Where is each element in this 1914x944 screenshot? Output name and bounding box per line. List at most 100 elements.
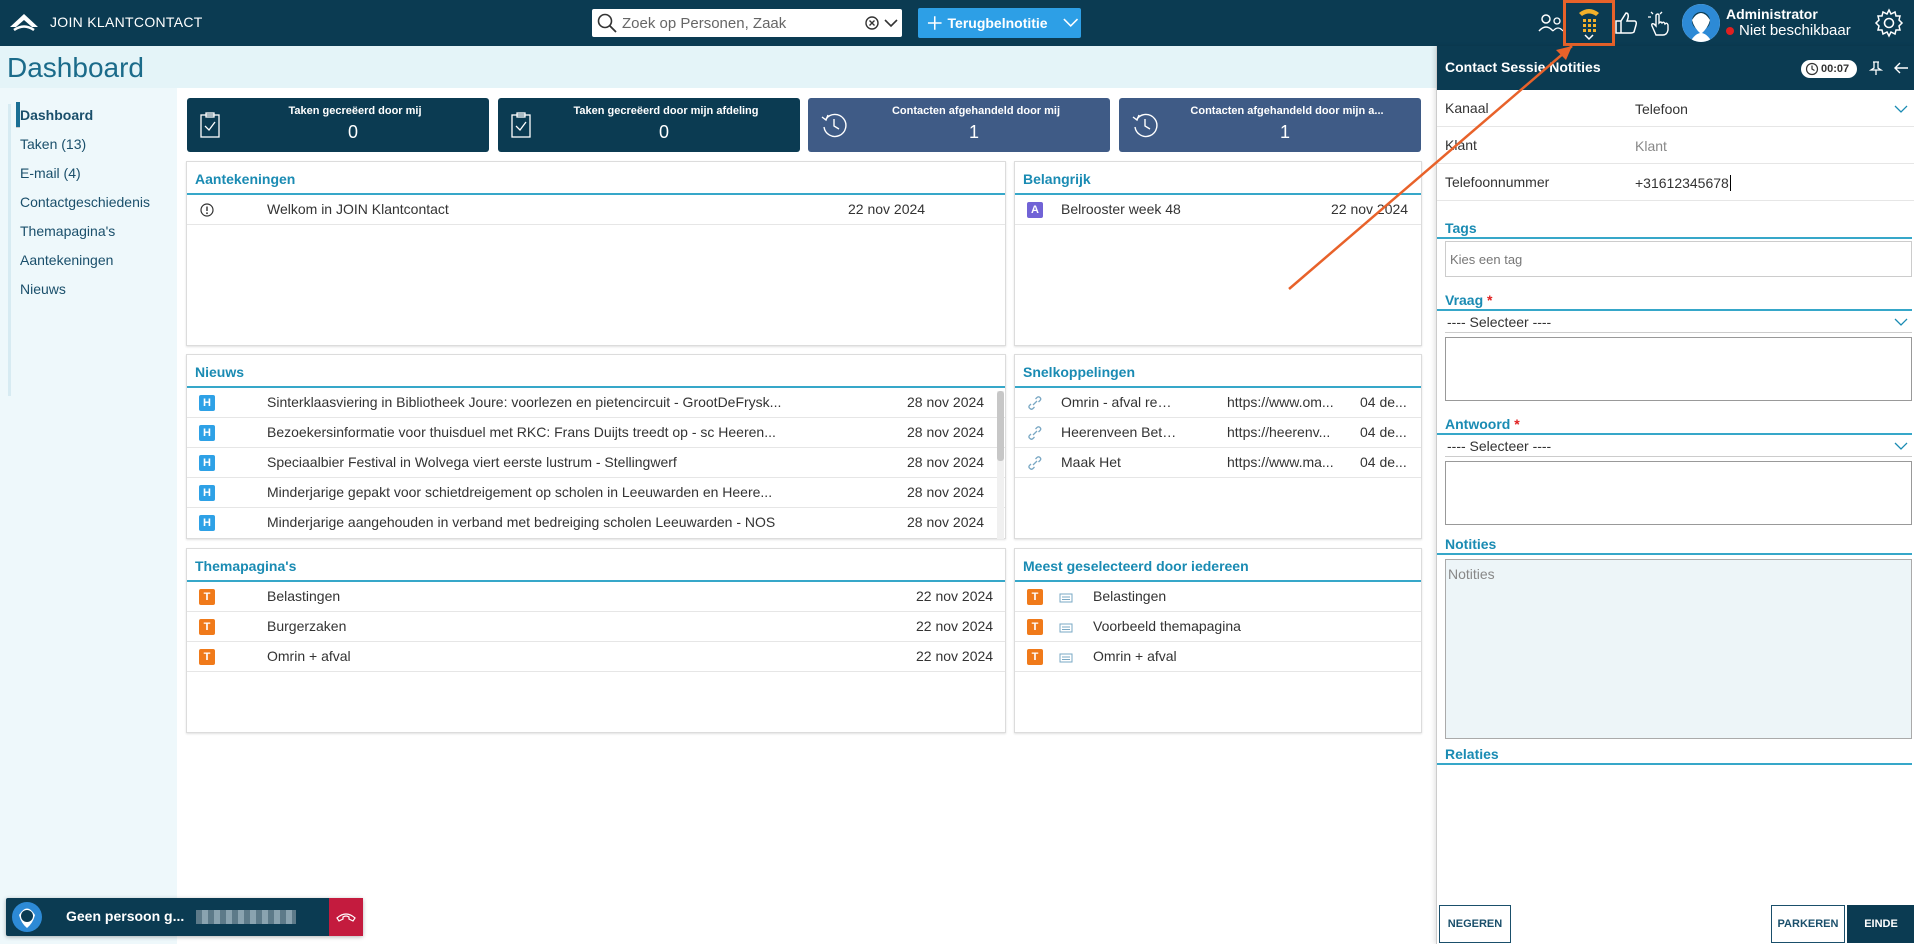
list-item[interactable]: Omrin - afval regelen ... https://www.om.… [1015, 388, 1421, 418]
list-item[interactable]: T Belastingen 22 nov 2024 [187, 582, 1005, 612]
vraag-select[interactable]: ---- Selecteer ---- [1445, 311, 1912, 333]
sidebar-item-nieuws[interactable]: Nieuws [20, 275, 177, 304]
chevron-down-icon[interactable] [880, 15, 902, 31]
item-url[interactable]: https://www.ma... [1227, 448, 1334, 477]
item-url[interactable]: https://www.om... [1227, 388, 1334, 417]
item-text: Voorbeeld themapagina [1093, 618, 1241, 634]
item-text: Welkom in JOIN Klantcontact [267, 201, 449, 217]
chevron-down-icon[interactable] [1060, 15, 1081, 31]
scrollbar[interactable] [997, 391, 1004, 539]
telefoonnummer-input[interactable]: +31612345678 [1635, 175, 1731, 191]
hand-pointer-icon[interactable] [1642, 6, 1676, 40]
sidebar-item-email[interactable]: E-mail (4) [20, 159, 177, 188]
arrow-left-icon[interactable] [1893, 61, 1909, 75]
phone-dialpad-icon[interactable] [1563, 0, 1615, 46]
item-date: 04 de... [1360, 424, 1407, 440]
item-text: Maak Het [1061, 454, 1121, 470]
avatar [1682, 4, 1720, 42]
field-label: Telefoonnummer [1445, 174, 1550, 190]
tile-value: 1 [1279, 122, 1290, 142]
tile-value: 0 [658, 122, 669, 142]
negeren-button[interactable]: NEGEREN [1439, 905, 1511, 943]
list-item[interactable]: T Omrin + afval 22 nov 2024 [187, 642, 1005, 672]
clear-icon[interactable] [864, 15, 880, 31]
tile-taken-mij[interactable]: Taken gecreëerd door mij 0 [187, 98, 489, 152]
list-item[interactable]: Heerenveen Beter Be... https://heerenv...… [1015, 418, 1421, 448]
field-telefoonnummer[interactable]: Telefoonnummer +31612345678 [1437, 164, 1914, 201]
theme-badge: T [199, 619, 215, 635]
app-title: JOIN KLANTCONTACT [50, 14, 203, 30]
item-text: Bezoekersinformatie voor thuisduel met R… [267, 424, 776, 440]
tile-title: Taken gecreëerd door mij [288, 105, 422, 117]
top-bar: JOIN KLANTCONTACT Zoek op Personen, Zaak… [0, 0, 1914, 46]
chevron-down-icon[interactable] [1894, 104, 1908, 114]
antwoord-textarea[interactable] [1445, 461, 1912, 525]
chevron-down-icon[interactable] [1894, 317, 1908, 327]
sidebar-item-dashboard[interactable]: Dashboard [20, 101, 177, 130]
tags-heading: Tags [1437, 217, 1912, 239]
callback-note-button[interactable]: Terugbelnotitie [918, 8, 1081, 38]
panel-meest-geselecteerd: Meest geselecteerd door iedereen T Belast… [1014, 548, 1422, 733]
list-item[interactable]: A Belrooster week 48 22 nov 2024 [1015, 195, 1421, 225]
sidebar-item-aantekeningen[interactable]: Aantekeningen [20, 246, 177, 275]
list-item[interactable]: T Burgerzaken 22 nov 2024 [187, 612, 1005, 642]
parkeren-button[interactable]: PARKEREN [1771, 905, 1845, 943]
sidebar-item-themapaginas[interactable]: Themapagina's [20, 217, 177, 246]
field-label: Kanaal [1445, 100, 1489, 116]
field-klant[interactable]: Klant Klant [1437, 127, 1914, 164]
tile-taken-afdeling[interactable]: Taken gecreëerd door mijn afdeling 0 [498, 98, 800, 152]
news-badge: H [199, 395, 215, 411]
list-item[interactable]: H Speciaalbier Festival in Wolvega viert … [187, 448, 1005, 478]
clipboard-check-icon [200, 112, 220, 138]
klant-input[interactable]: Klant [1635, 138, 1667, 154]
kanaal-select[interactable]: Telefoon [1635, 101, 1688, 117]
list-item[interactable]: T Voorbeeld themapagina [1015, 612, 1421, 642]
einde-button[interactable]: EINDE [1847, 905, 1914, 943]
sidebar-item-contactgeschiedenis[interactable]: Contactgeschiedenis [20, 188, 177, 217]
active-call-bar[interactable]: Geen persoon g... [6, 898, 363, 936]
thumbs-up-icon[interactable] [1609, 6, 1643, 40]
list-item[interactable]: H Sinterklaasviering in Bibliotheek Joure… [187, 388, 1005, 418]
tags-input[interactable]: Kies een tag [1445, 241, 1912, 277]
notities-textarea[interactable]: Notities [1445, 559, 1912, 739]
list-item[interactable]: Maak Het https://www.ma... 04 de... [1015, 448, 1421, 478]
item-url[interactable]: https://heerenv... [1227, 418, 1330, 447]
list-item[interactable]: T Belastingen [1015, 582, 1421, 612]
field-kanaal[interactable]: Kanaal Telefoon [1437, 90, 1914, 127]
item-text: Belastingen [267, 588, 341, 604]
search-input[interactable]: Zoek op Personen, Zaak [622, 15, 864, 32]
page-title: Dashboard [7, 52, 144, 83]
app-logo[interactable]: JOIN KLANTCONTACT [8, 11, 203, 33]
item-text: Omrin - afval regelen ... [1061, 394, 1177, 410]
panel-title: Meest geselecteerd door iedereen [1015, 549, 1421, 582]
page-header: Dashboard [0, 46, 1436, 88]
tile-contacten-afdeling[interactable]: Contacten afgehandeld door mijn a... 1 [1119, 98, 1421, 152]
clock-icon [1805, 62, 1819, 76]
user-menu[interactable]: Administrator Niet beschikbaar [1682, 4, 1851, 42]
gear-icon[interactable] [1874, 8, 1904, 43]
item-date: 22 nov 2024 [916, 648, 994, 664]
item-text: Omrin + afval [267, 648, 351, 664]
list-item[interactable]: T Omrin + afval [1015, 642, 1421, 672]
antwoord-select[interactable]: ---- Selecteer ---- [1445, 435, 1912, 457]
history-icon [1132, 113, 1158, 138]
link-icon [1028, 396, 1042, 410]
chevron-down-icon[interactable] [1894, 441, 1908, 451]
vraag-heading: Vraag * [1437, 289, 1912, 311]
avatar [12, 902, 42, 932]
search-box[interactable]: Zoek op Personen, Zaak [592, 9, 902, 37]
list-item[interactable]: H Bezoekersinformatie voor thuisduel met … [187, 418, 1005, 448]
sidebar-item-taken[interactable]: Taken (13) [20, 130, 177, 159]
tile-contacten-mij[interactable]: Contacten afgehandeld door mij 1 [808, 98, 1110, 152]
item-date: 22 nov 2024 [848, 201, 926, 217]
list-item[interactable]: H Minderjarige gepakt voor schietdreigeme… [187, 478, 1005, 508]
list-item[interactable]: Welkom in JOIN Klantcontact 22 nov 2024 [187, 195, 1005, 225]
keyboard-icon [1059, 623, 1073, 633]
hang-up-button[interactable] [329, 898, 363, 936]
vraag-textarea[interactable] [1445, 337, 1912, 401]
pin-icon[interactable] [1869, 60, 1883, 76]
callback-note-label: Terugbelnotitie [947, 15, 1048, 31]
tile-value: 0 [347, 122, 358, 142]
item-date: 28 nov 2024 [907, 394, 985, 410]
list-item[interactable]: H Minderjarige aangehouden in verband met… [187, 508, 1005, 538]
